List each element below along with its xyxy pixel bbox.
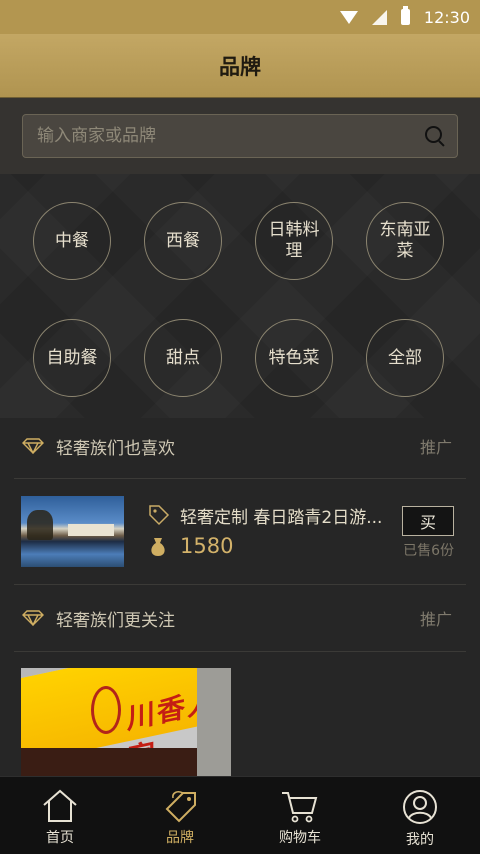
- cart-icon: [282, 792, 318, 823]
- nav-cart[interactable]: 购物车: [240, 777, 360, 854]
- building-wall: [197, 668, 231, 776]
- tag-icon: [148, 504, 170, 526]
- divider: [14, 584, 466, 585]
- sold-count: 已售6份: [403, 543, 454, 559]
- title-bar: 品牌: [0, 34, 480, 98]
- nav-label: 购物车: [279, 830, 321, 846]
- nav-home[interactable]: 首页: [0, 777, 120, 854]
- status-time: 12:30: [423, 7, 470, 27]
- search-box[interactable]: [22, 114, 458, 158]
- search-input[interactable]: [37, 126, 413, 146]
- section-header-also-like: 轻奢族们也喜欢 推广: [0, 418, 480, 474]
- money-bag-icon: [148, 536, 168, 558]
- nav-label: 我的: [406, 832, 434, 848]
- category-western[interactable]: 西餐: [144, 202, 222, 280]
- buy-button[interactable]: 买: [402, 506, 454, 536]
- diamond-icon: [22, 610, 44, 626]
- section-title: 轻奢族们更关注: [56, 610, 175, 631]
- product-thumbnail[interactable]: [21, 496, 124, 567]
- diamond-icon: [22, 438, 44, 454]
- search-area: [0, 98, 480, 174]
- category-chinese[interactable]: 中餐: [33, 202, 111, 280]
- product-price: 1580: [180, 534, 234, 558]
- category-buffet[interactable]: 自助餐: [33, 319, 111, 397]
- category-southeast-asian[interactable]: 东南亚菜: [366, 202, 444, 280]
- thumbnail-tree: [27, 510, 53, 540]
- bottom-nav: 首页 品牌 购物车 我的: [0, 776, 480, 854]
- section-header-more-attention: 轻奢族们更关注 推广: [0, 590, 480, 646]
- product-title[interactable]: 轻奢定制 春日踏青2日游...: [180, 503, 392, 528]
- shop-logo: [91, 686, 121, 734]
- battery-icon: [400, 6, 410, 25]
- status-bar: 12:30: [0, 0, 480, 34]
- thumbnail-house: [68, 524, 114, 536]
- wifi-icon: [339, 10, 358, 24]
- nav-brand[interactable]: 品牌: [120, 777, 240, 854]
- page-title: 品牌: [219, 54, 261, 79]
- user-icon: [403, 790, 437, 824]
- divider: [14, 651, 466, 652]
- tag-icon: [165, 791, 196, 823]
- category-all[interactable]: 全部: [366, 319, 444, 397]
- category-specialty[interactable]: 特色菜: [255, 319, 333, 397]
- nav-label: 品牌: [166, 830, 194, 846]
- promo-badge: 推广: [419, 438, 452, 457]
- restaurant-banner-image[interactable]: 川香人家: [21, 668, 231, 776]
- category-dessert[interactable]: 甜点: [144, 319, 222, 397]
- nav-label: 首页: [46, 830, 74, 846]
- product-item[interactable]: 轻奢定制 春日踏青2日游... 1580 买 已售6份: [0, 478, 480, 584]
- promo-badge: 推广: [419, 610, 452, 629]
- category-japanese-korean[interactable]: 日韩料理: [255, 202, 333, 280]
- search-icon[interactable]: [413, 114, 457, 158]
- signal-icon: [371, 9, 387, 25]
- nav-profile[interactable]: 我的: [360, 777, 480, 854]
- category-grid: 中餐 西餐 日韩料理 东南亚菜 自助餐 甜点 特色菜 全部: [0, 174, 480, 418]
- home-icon: [43, 789, 77, 822]
- section-title: 轻奢族们也喜欢: [56, 438, 175, 459]
